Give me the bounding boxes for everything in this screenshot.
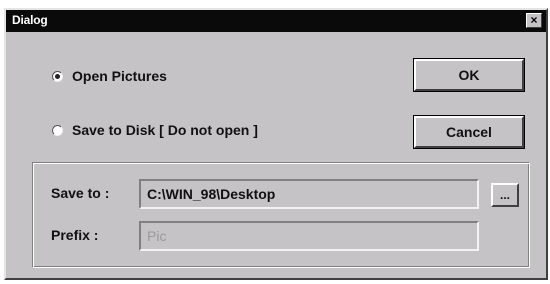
radio-save-to-disk-control[interactable] [52,124,63,136]
save-to-label: Save to : [51,185,110,201]
save-to-field[interactable] [139,179,479,209]
ok-button[interactable]: OK [414,59,524,91]
radio-open-pictures[interactable]: Open Pictures [52,68,167,84]
title-bar: Dialog × [6,10,546,32]
close-button[interactable]: × [526,13,542,28]
radio-save-to-disk-label: Save to Disk [ Do not open ] [72,122,258,138]
radio-open-pictures-label: Open Pictures [72,68,167,84]
dialog-window: Dialog × Open Pictures Save to Disk [ Do… [4,8,548,280]
radio-save-to-disk[interactable]: Save to Disk [ Do not open ] [52,122,258,138]
close-icon: × [530,13,538,27]
browse-button[interactable]: ... [491,183,519,207]
save-options-group: Save to : ... Prefix : [32,162,530,268]
cancel-button[interactable]: Cancel [414,116,524,148]
prefix-field[interactable] [139,221,479,251]
radio-open-pictures-control[interactable] [52,70,63,82]
prefix-label: Prefix : [51,227,99,243]
window-title: Dialog [12,13,48,27]
